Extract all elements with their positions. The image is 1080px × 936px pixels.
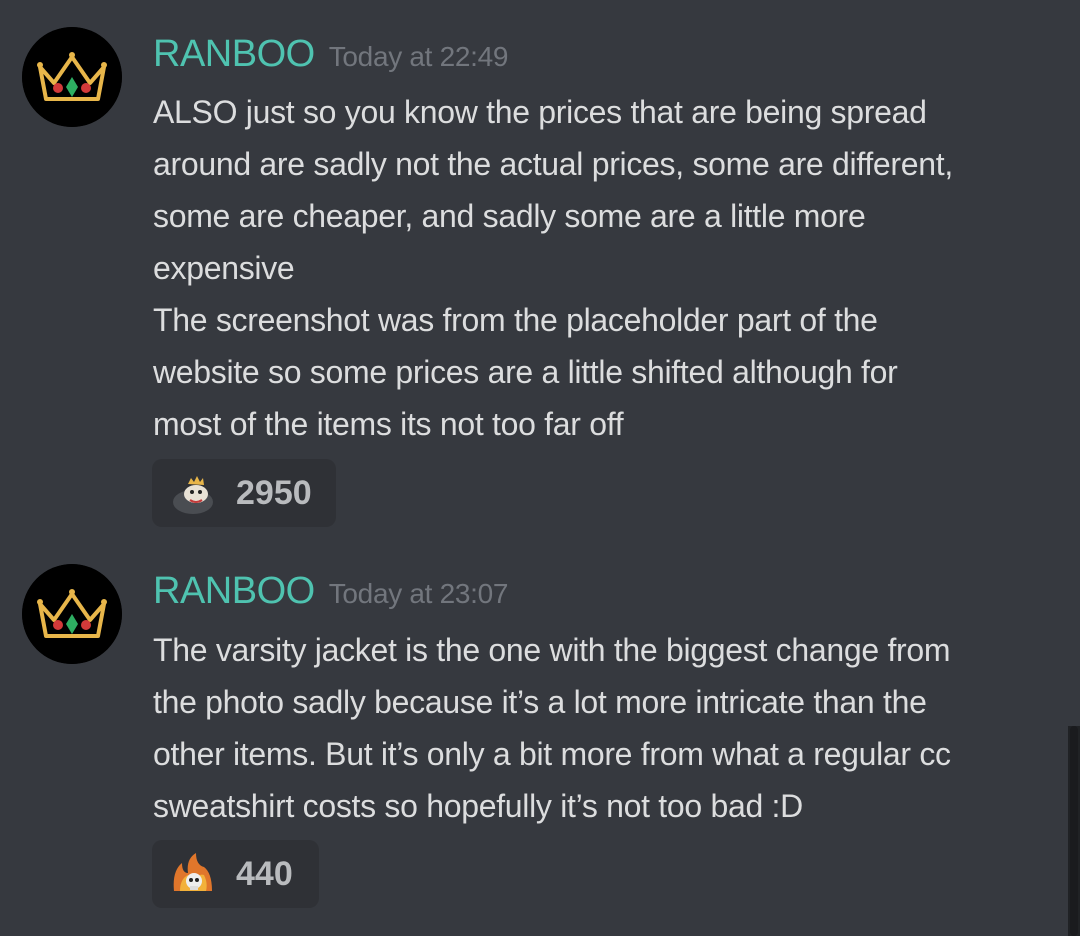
message-content: The varsity jacket is the one with the b… — [153, 624, 1053, 832]
fire-skull-emoji-icon — [168, 851, 218, 897]
message-2: RANBOO Today at 23:07 The varsity jacket … — [0, 540, 1068, 936]
scrollbar-thumb[interactable] — [1070, 726, 1078, 936]
message-line: The screenshot was from the placeholder … — [153, 302, 878, 338]
reaction-button[interactable]: 440 — [152, 840, 319, 908]
avatar-crown[interactable] — [22, 27, 122, 127]
scrollbar-track[interactable] — [1068, 726, 1080, 936]
message-line: some are cheaper, and sadly some are a l… — [153, 198, 866, 234]
username[interactable]: RANBOO — [153, 33, 315, 75]
message-line: the photo sadly because it’s a lot more … — [153, 684, 927, 720]
reaction-count: 440 — [236, 854, 293, 893]
message-line: website so some prices are a little shif… — [153, 354, 898, 390]
message-line: expensive — [153, 250, 295, 286]
message-line: sweatshirt costs so hopefully it’s not t… — [153, 788, 803, 824]
avatar-crown[interactable] — [22, 564, 122, 664]
message-line: The varsity jacket is the one with the b… — [153, 632, 951, 668]
message-header: RANBOO Today at 23:07 — [153, 570, 509, 620]
message-line: around are sadly not the actual prices, … — [153, 146, 953, 182]
timestamp: Today at 23:07 — [328, 578, 509, 609]
message-line: ALSO just so you know the prices that ar… — [153, 94, 927, 130]
timestamp: Today at 22:49 — [328, 41, 509, 72]
reaction-count: 2950 — [236, 473, 312, 512]
crown-icon — [22, 564, 122, 664]
message-1: RANBOO Today at 22:49 ALSO just so you kn… — [0, 0, 1068, 540]
message-header: RANBOO Today at 22:49 — [153, 33, 509, 83]
crown-icon — [22, 27, 122, 127]
reaction-button[interactable]: 2950 — [152, 459, 336, 527]
message-line: other items. But it’s only a bit more fr… — [153, 736, 951, 772]
message-content: ALSO just so you know the prices that ar… — [153, 86, 1053, 450]
username[interactable]: RANBOO — [153, 570, 315, 612]
message-line: most of the items its not too far off — [153, 406, 624, 442]
crowned-frog-emoji-icon — [168, 470, 218, 516]
